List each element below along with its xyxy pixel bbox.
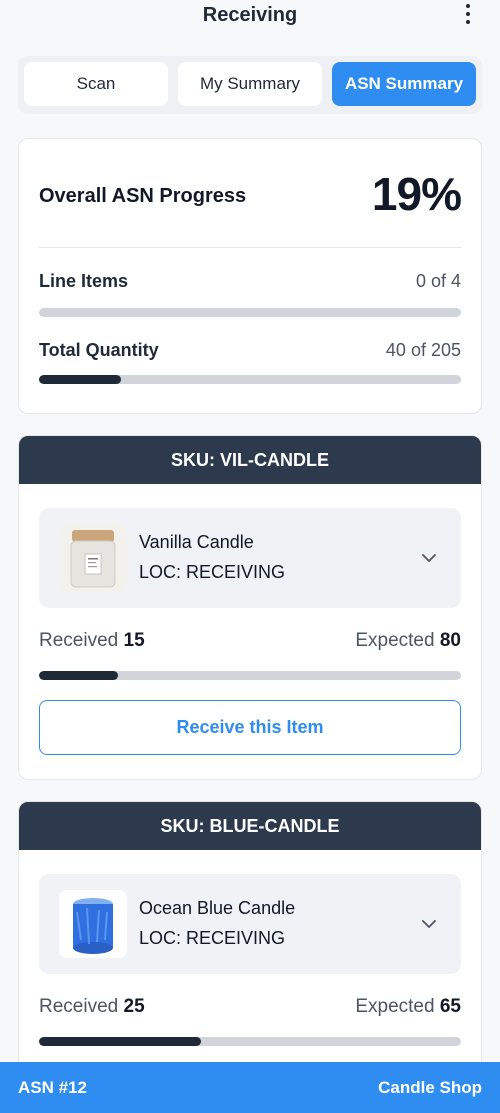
receive-item-button[interactable]: Receive this Item [39, 700, 461, 755]
expected-count: 65 [439, 996, 461, 1017]
received-count: 15 [123, 630, 145, 651]
item-location: LOC: RECEIVING [139, 562, 286, 582]
received-text: Received 15 [39, 630, 145, 652]
expected-text: Expected 80 [355, 630, 461, 652]
total-quantity-value: 40 of 205 [385, 340, 461, 360]
received-expected-row: Received 15 Expected 80 [39, 630, 461, 660]
item-progress-bar [39, 1037, 461, 1046]
tab-my-summary[interactable]: My Summary [178, 62, 322, 106]
received-label: Received [39, 996, 119, 1017]
header: Receiving [0, 0, 500, 36]
tab-bar: Scan My Summary ASN Summary [18, 56, 482, 114]
sku-card-blue-candle: SKU: BLUE-CANDLE Ocean Blue Candle LOC: … [18, 801, 482, 1101]
kebab-menu-icon[interactable] [462, 4, 474, 28]
item-progress-fill [39, 1037, 202, 1046]
received-expected-row: Received 25 Expected 65 [39, 996, 461, 1026]
shop-name: Candle Shop [378, 1078, 482, 1097]
page-title: Receiving [202, 4, 298, 26]
chevron-down-icon[interactable] [419, 914, 439, 934]
total-quantity-progress-bar [39, 375, 461, 384]
item-progress-bar [39, 671, 461, 680]
sku-header: SKU: BLUE-CANDLE [19, 802, 481, 850]
tab-scan[interactable]: Scan [24, 62, 168, 106]
item-progress-fill [39, 671, 119, 680]
expected-count: 80 [439, 630, 461, 651]
line-items-metric: Line Items 0 of 4 [39, 271, 461, 331]
received-count: 25 [123, 996, 145, 1017]
received-label: Received [39, 630, 119, 651]
footer-bar: ASN #12 Candle Shop [0, 1062, 500, 1113]
sku-header: SKU: VIL-CANDLE [19, 436, 481, 484]
line-items-progress-bar [39, 308, 461, 317]
tab-asn-summary[interactable]: ASN Summary [332, 62, 476, 106]
overall-progress-header: Overall ASN Progress 19% [39, 167, 462, 223]
total-quantity-metric: Total Quantity 40 of 205 [39, 340, 461, 400]
item-location: LOC: RECEIVING [139, 928, 286, 948]
total-quantity-label: Total Quantity [39, 340, 159, 360]
sku-card-vil-candle: SKU: VIL-CANDLE Vanilla Candle LOC: RECE… [18, 435, 482, 780]
receiving-page: Receiving Scan My Summary ASN Summary Ov… [0, 0, 500, 1113]
vanilla-candle-image [59, 524, 127, 592]
overall-progress-title: Overall ASN Progress [39, 185, 247, 207]
line-items-label: Line Items [39, 271, 129, 291]
line-items-value: 0 of 4 [415, 271, 461, 291]
overall-progress-card: Overall ASN Progress 19% Line Items 0 of… [18, 138, 482, 414]
asn-number: ASN #12 [18, 1078, 87, 1097]
item-summary-row[interactable]: Ocean Blue Candle LOC: RECEIVING [39, 874, 461, 974]
chevron-down-icon[interactable] [419, 548, 439, 568]
expected-label: Expected [355, 630, 435, 651]
blue-candle-image [59, 890, 127, 958]
item-name: Ocean Blue Candle [139, 898, 296, 918]
expected-text: Expected 65 [355, 996, 461, 1018]
total-quantity-progress-fill [39, 375, 122, 384]
item-summary-row[interactable]: Vanilla Candle LOC: RECEIVING [39, 508, 461, 608]
overall-progress-percent: 19% [371, 168, 462, 220]
expected-label: Expected [355, 996, 435, 1017]
item-name: Vanilla Candle [139, 532, 254, 552]
received-text: Received 25 [39, 996, 145, 1018]
divider [39, 247, 461, 248]
